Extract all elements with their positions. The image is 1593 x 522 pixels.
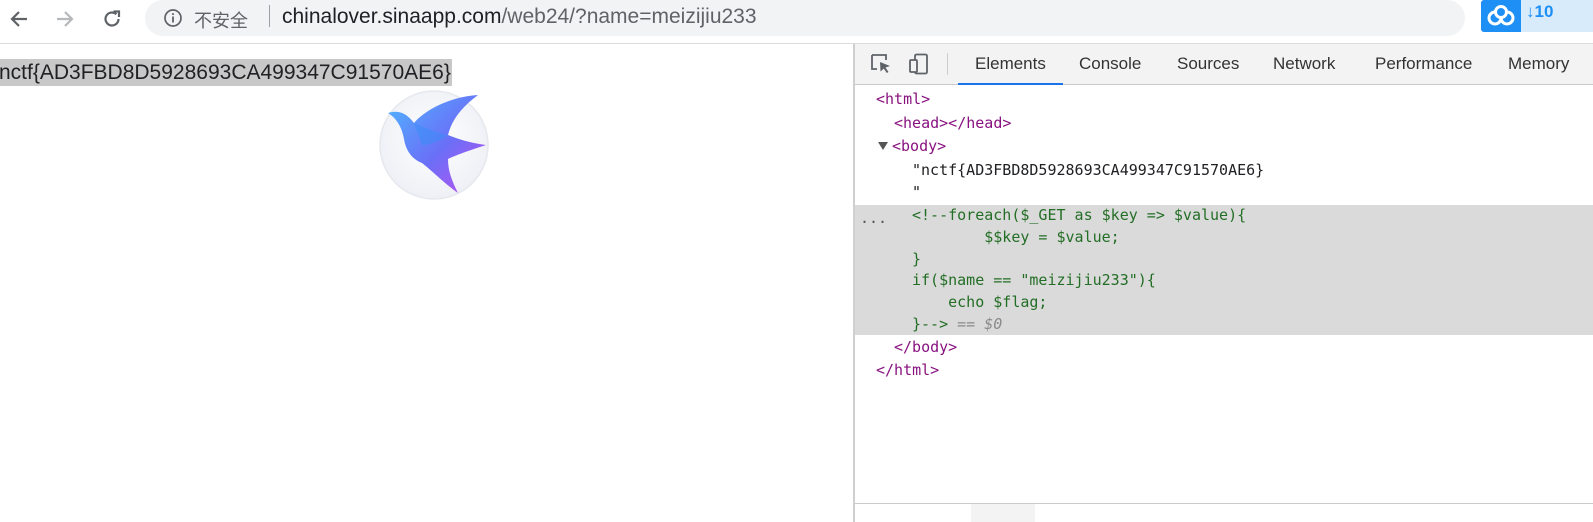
tab-memory[interactable]: Memory — [1508, 44, 1569, 84]
device-toolbar-icon[interactable] — [907, 52, 931, 76]
comment-line-6: }--> == $0 — [912, 313, 1002, 335]
page-viewport: nctf{AD3FBD8D5928693CA499347C91570AE6} — [0, 44, 853, 522]
devtools-bottom-divider — [855, 503, 1593, 504]
toolbar-divider — [947, 53, 948, 75]
info-icon[interactable] — [163, 8, 183, 28]
comment-line-4: if($name == "meizijiu233"){ — [912, 271, 1156, 289]
download-arrow-icon: ↓ — [1526, 2, 1535, 21]
security-label[interactable]: 不安全 — [194, 7, 248, 33]
reload-icon — [104, 10, 121, 27]
text-node-end: " — [912, 183, 922, 201]
tab-sources[interactable]: Sources — [1177, 44, 1239, 84]
tab-network[interactable]: Network — [1273, 44, 1335, 84]
comment-close: }--> — [912, 315, 949, 333]
devtools-panel: Elements Console Sources Network Perform… — [853, 44, 1593, 522]
tab-console[interactable]: Console — [1079, 44, 1141, 84]
forward-button[interactable] — [50, 4, 80, 34]
body-close-tag[interactable]: </body> — [894, 336, 957, 358]
url-separator — [269, 5, 270, 27]
url-text[interactable]: chinalover.sinaapp.com/web24/?name=meizi… — [282, 5, 757, 29]
devtools-tabbar: Elements Console Sources Network Perform… — [855, 44, 1593, 85]
back-button[interactable] — [4, 4, 34, 34]
body-open-tag[interactable]: <body> — [892, 135, 946, 157]
devtools-bottom-scroll[interactable] — [971, 504, 1035, 522]
head-tag[interactable]: <head></head> — [894, 112, 1011, 134]
download-count: 10 — [1534, 2, 1554, 21]
reload-button[interactable] — [97, 4, 127, 34]
cloud-logo-icon — [1481, 0, 1521, 32]
comment-line-5: echo $flag; — [912, 293, 1048, 311]
comment-line-1[interactable]: <!--foreach($_GET as $key => $value){ — [912, 204, 1246, 226]
arrow-right-icon — [57, 11, 74, 27]
comment-line-2: $$key = $value; — [912, 228, 1120, 246]
url-path: /web24/?name=meizijiu233 — [501, 5, 757, 28]
expand-triangle-icon[interactable] — [878, 142, 888, 150]
download-badge: ↓10 — [1526, 2, 1553, 22]
inspect-element-icon[interactable] — [869, 52, 893, 76]
hummingbird-logo-icon — [379, 90, 489, 200]
html-close-tag[interactable]: </html> — [876, 359, 939, 381]
comment-line-3: } — [912, 250, 922, 268]
flag-text: nctf{AD3FBD8D5928693CA499347C91570AE6} — [0, 59, 452, 86]
tab-performance[interactable]: Performance — [1375, 44, 1472, 84]
row-menu-icon[interactable]: ... — [860, 210, 887, 226]
html-open-tag[interactable]: <html> — [876, 88, 930, 110]
address-bar[interactable]: 不安全 chinalover.sinaapp.com/web24/?name=m… — [145, 0, 1465, 36]
browser-toolbar: 不安全 chinalover.sinaapp.com/web24/?name=m… — [0, 0, 1593, 44]
extension-button[interactable]: ↓10 — [1481, 0, 1593, 32]
url-host: chinalover.sinaapp.com — [282, 5, 502, 28]
tab-elements[interactable]: Elements — [958, 44, 1063, 85]
selection-marker: == $0 — [948, 315, 1003, 333]
elements-dom-tree: ... <html> <head></head> <body> "nctf{AD… — [855, 85, 1593, 522]
arrow-left-icon — [10, 11, 27, 27]
text-node[interactable]: "nctf{AD3FBD8D5928693CA499347C91570AE6} — [912, 159, 1264, 181]
